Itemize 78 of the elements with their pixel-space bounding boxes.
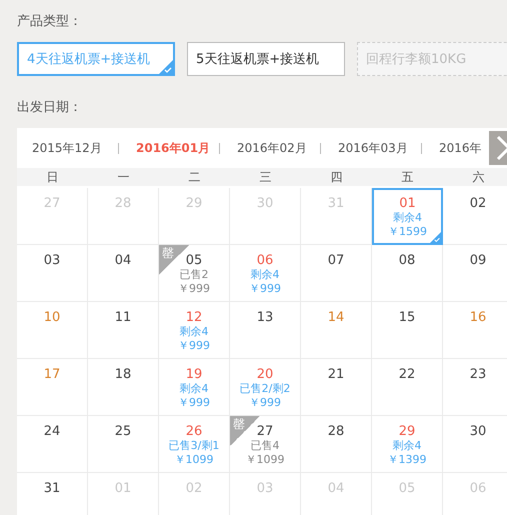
price: ￥1099 bbox=[174, 453, 214, 467]
stock-status: 已售2/剩2 bbox=[240, 382, 290, 396]
weekday-header: 六 bbox=[443, 168, 507, 186]
stock-status: 剩余4 bbox=[180, 382, 208, 396]
day-number: 13 bbox=[256, 310, 274, 325]
day-cell[interactable]: 04 bbox=[88, 245, 159, 302]
price: ￥999 bbox=[178, 339, 210, 353]
day-number: 22 bbox=[398, 367, 416, 382]
day-cell[interactable]: 09 bbox=[443, 245, 507, 302]
day-number: 03 bbox=[44, 253, 60, 268]
day-cell[interactable]: 31 bbox=[17, 473, 88, 515]
day-number: 25 bbox=[114, 424, 132, 439]
check-icon bbox=[430, 232, 441, 243]
stock-status: 剩余4 bbox=[250, 268, 280, 282]
stock-status: 已售3/剩1 bbox=[168, 439, 220, 453]
stock-status: 剩余4 bbox=[392, 439, 422, 453]
day-number: 08 bbox=[398, 253, 416, 268]
price: ￥999 bbox=[249, 282, 281, 296]
day-cell[interactable]: 22 bbox=[372, 359, 443, 416]
weekday-header: 二 bbox=[159, 168, 230, 186]
month-tab[interactable]: 2016年02月 bbox=[219, 142, 320, 154]
price: ￥999 bbox=[178, 396, 210, 410]
day-cell[interactable]: 25 bbox=[88, 416, 159, 473]
day-cell[interactable]: 03 bbox=[17, 245, 88, 302]
day-number: 15 bbox=[398, 310, 416, 325]
day-number: 11 bbox=[114, 310, 132, 325]
day-number: 12 bbox=[186, 310, 202, 325]
day-number: 02 bbox=[470, 196, 486, 211]
day-cell[interactable]: 13 bbox=[230, 302, 301, 359]
day-number: 23 bbox=[470, 367, 486, 382]
price: ￥999 bbox=[178, 282, 210, 296]
product-option[interactable]: 5天往返机票+接送机 bbox=[187, 42, 345, 76]
day-number: 16 bbox=[470, 310, 486, 325]
day-number: 07 bbox=[328, 253, 344, 268]
day-number: 31 bbox=[44, 481, 60, 496]
day-number: 01 bbox=[399, 196, 416, 211]
day-cell[interactable]: 15 bbox=[372, 302, 443, 359]
day-number: 29 bbox=[398, 424, 416, 439]
day-cell[interactable]: 07 bbox=[301, 245, 372, 302]
weekday-header: 一 bbox=[88, 168, 159, 186]
day-cell[interactable]: 08 bbox=[372, 245, 443, 302]
weekday-header: 日 bbox=[17, 168, 88, 186]
month-tab[interactable]: 2015年12月 bbox=[17, 140, 118, 156]
section-label: 出发日期： bbox=[17, 99, 83, 116]
day-cell[interactable]: 02 bbox=[443, 188, 507, 245]
price: ￥1099 bbox=[246, 453, 284, 467]
day-number: 19 bbox=[186, 367, 202, 382]
price: ￥1399 bbox=[388, 453, 426, 467]
day-cell[interactable]: 24 bbox=[17, 416, 88, 473]
day-number: 09 bbox=[470, 253, 486, 268]
day-cell[interactable]: 23 bbox=[443, 359, 507, 416]
weekday-header: 四 bbox=[301, 168, 372, 186]
day-number: 26 bbox=[186, 424, 202, 439]
day-cell[interactable]: 18 bbox=[88, 359, 159, 416]
day-number: 20 bbox=[256, 367, 274, 382]
weekday-header: 三 bbox=[230, 168, 301, 186]
day-number: 30 bbox=[470, 424, 486, 439]
month-tab[interactable]: 2016年03月 bbox=[320, 142, 421, 154]
price: ￥1599 bbox=[388, 225, 427, 239]
weekday-header: 五 bbox=[372, 168, 443, 186]
check-icon bbox=[159, 60, 173, 74]
day-cell[interactable]: 30 bbox=[443, 416, 507, 473]
price: ￥999 bbox=[249, 396, 281, 410]
day-cell[interactable]: 28 bbox=[301, 416, 372, 473]
day-number: 14 bbox=[328, 310, 344, 325]
stock-status: 剩余4 bbox=[180, 325, 208, 339]
day-number: 18 bbox=[114, 367, 132, 382]
section-label: 产品类型： bbox=[17, 13, 83, 30]
day-number: 21 bbox=[328, 367, 344, 382]
day-cell[interactable]: 11 bbox=[88, 302, 159, 359]
day-number: 10 bbox=[44, 310, 60, 325]
day-number: 17 bbox=[44, 367, 60, 382]
day-number: 24 bbox=[44, 424, 60, 439]
day-number: 06 bbox=[256, 253, 274, 268]
day-number: 28 bbox=[328, 424, 344, 439]
day-cell[interactable]: 21 bbox=[301, 359, 372, 416]
day-number: 04 bbox=[114, 253, 132, 268]
stock-status: 剩余4 bbox=[393, 211, 422, 225]
